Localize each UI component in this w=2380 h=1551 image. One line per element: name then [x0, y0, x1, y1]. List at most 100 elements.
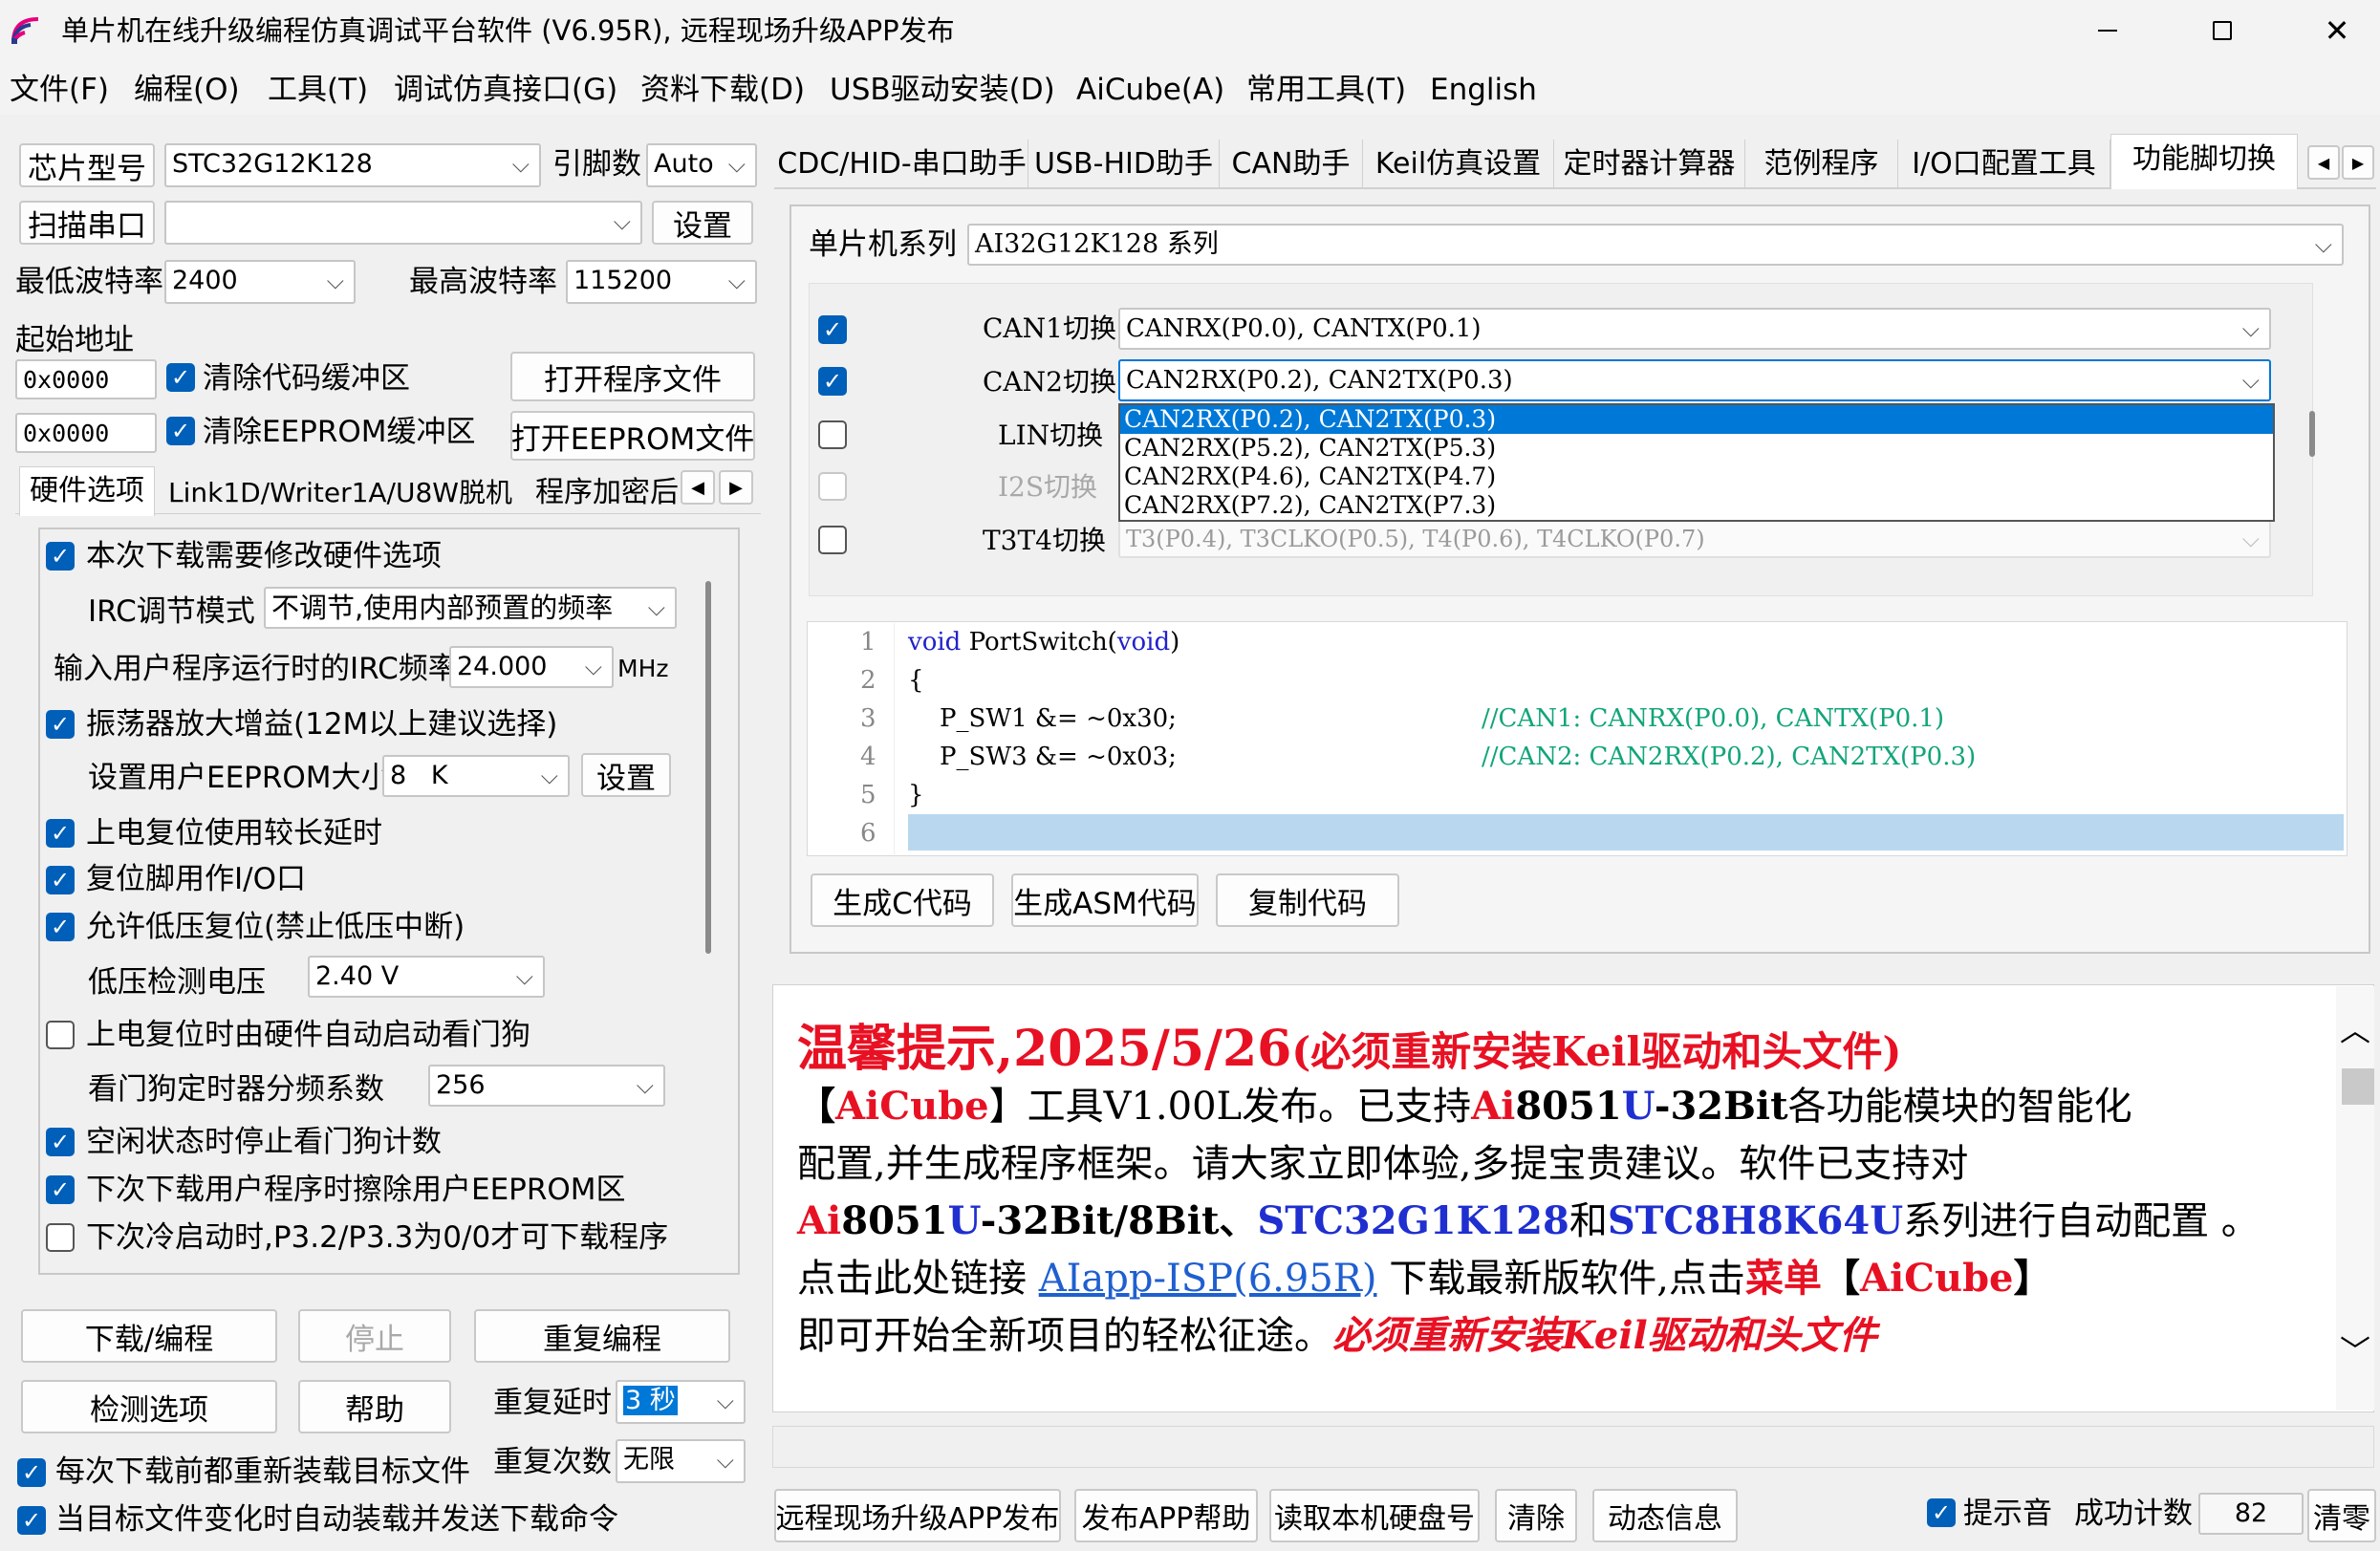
- scan-port-button[interactable]: 扫描串口: [19, 201, 155, 245]
- tab-link1d[interactable]: Link1D/Writer1A/U8W脱机: [168, 472, 512, 514]
- copy-code-button[interactable]: 复制代码: [1216, 873, 1399, 927]
- wdt-auto-checkbox[interactable]: [46, 1021, 75, 1049]
- read-disk-button[interactable]: 读取本机硬盘号: [1269, 1489, 1480, 1542]
- check-options-button[interactable]: 检测选项: [21, 1380, 277, 1433]
- dropdown-option[interactable]: CAN2RX(P5.2), CAN2TX(P5.3): [1120, 434, 2273, 463]
- menu-file[interactable]: 文件(F): [10, 71, 109, 109]
- scroll-down-icon[interactable]: ﹀: [2340, 1334, 2370, 1368]
- can1-switch-checkbox[interactable]: ✓: [818, 315, 847, 344]
- close-button[interactable]: ✕: [2304, 8, 2370, 54]
- i2s-switch-checkbox[interactable]: [818, 472, 847, 501]
- erase-eeprom-checkbox[interactable]: ✓: [46, 1175, 75, 1204]
- notice-scrollbar-thumb[interactable]: [2342, 1068, 2374, 1105]
- tab-pin-switch[interactable]: 功能脚切换: [2110, 134, 2298, 189]
- pins-select[interactable]: Auto ⌵: [646, 143, 757, 187]
- dynamic-info-button[interactable]: 动态信息: [1592, 1489, 1738, 1542]
- tab-hardware-options[interactable]: 硬件选项: [19, 466, 155, 516]
- code-keyword: void: [908, 628, 962, 657]
- wdt-div-select[interactable]: 256 ⌵: [428, 1065, 665, 1107]
- tab-examples[interactable]: 范例程序: [1745, 140, 1898, 189]
- open-program-file-button[interactable]: 打开程序文件: [510, 352, 755, 401]
- left-tab-scroll-right[interactable]: ▶: [719, 470, 753, 505]
- irc-freq-select[interactable]: 24.000 ⌵: [449, 646, 614, 688]
- left-tab-scroll-left[interactable]: ◀: [681, 470, 715, 505]
- switch-list-scrollbar[interactable]: [2309, 411, 2315, 457]
- code-address-input[interactable]: 0x0000: [15, 359, 157, 399]
- menu-usb[interactable]: USB驱动安装(D): [830, 71, 1055, 109]
- tab-can[interactable]: CAN助手: [1220, 140, 1363, 189]
- osc-gain-checkbox[interactable]: ✓: [46, 710, 75, 739]
- port-settings-button[interactable]: 设置: [652, 201, 753, 245]
- tab-usb-hid[interactable]: USB-HID助手: [1028, 140, 1220, 189]
- eeprom-size-select[interactable]: 8 K ⌵: [382, 755, 570, 797]
- max-baud-label: 最高波特率: [409, 265, 557, 299]
- scroll-up-icon[interactable]: ︿: [2340, 1013, 2370, 1047]
- minimize-button[interactable]: [2074, 8, 2141, 54]
- clear-count-button[interactable]: 清零: [2307, 1489, 2376, 1542]
- notice-text: Ai: [1471, 1084, 1516, 1129]
- clear-button[interactable]: 清除: [1495, 1489, 1577, 1542]
- auto-reload-checkbox[interactable]: ✓: [17, 1506, 46, 1535]
- dropdown-option[interactable]: CAN2RX(P7.2), CAN2TX(P7.3): [1120, 491, 2273, 520]
- app-publish-button[interactable]: 远程现场升级APP发布: [774, 1489, 1061, 1542]
- irc-mode-select[interactable]: 不调节,使用内部预置的频率 ⌵: [264, 587, 677, 629]
- stop-button[interactable]: 停止: [298, 1309, 451, 1363]
- can2-switch-select[interactable]: CAN2RX(P0.2), CAN2TX(P0.3) ⌵: [1118, 359, 2271, 401]
- generate-asm-button[interactable]: 生成ASM代码: [1011, 873, 1199, 927]
- tab-timer-calc[interactable]: 定时器计算器: [1554, 140, 1745, 189]
- sound-checkbox[interactable]: ✓: [1927, 1498, 1956, 1527]
- clear-code-checkbox[interactable]: ✓: [166, 363, 195, 392]
- cold-boot-checkbox[interactable]: [46, 1223, 75, 1252]
- long-delay-checkbox[interactable]: ✓: [46, 819, 75, 848]
- port-select[interactable]: ⌵: [164, 201, 642, 245]
- tab-io-config[interactable]: I/O口配置工具: [1898, 140, 2110, 189]
- menu-aicube[interactable]: AiCube(A): [1076, 71, 1224, 109]
- menu-english[interactable]: English: [1430, 71, 1537, 109]
- min-baud-select[interactable]: 2400 ⌵: [164, 260, 356, 304]
- download-program-button[interactable]: 下载/编程: [21, 1309, 277, 1363]
- generate-c-button[interactable]: 生成C代码: [811, 873, 994, 927]
- menu-common-tools[interactable]: 常用工具(T): [1246, 71, 1406, 109]
- maximize-button[interactable]: [2189, 8, 2256, 54]
- modify-hw-checkbox[interactable]: ✓: [46, 542, 75, 571]
- menu-tools[interactable]: 工具(T): [268, 71, 368, 109]
- dropdown-option[interactable]: CAN2RX(P0.2), CAN2TX(P0.3): [1120, 405, 2273, 434]
- reload-each-checkbox[interactable]: ✓: [17, 1458, 46, 1487]
- chip-model-select[interactable]: STC32G12K128 ⌵: [164, 143, 541, 187]
- can1-switch-select[interactable]: CANRX(P0.0), CANTX(P0.1) ⌵: [1118, 308, 2271, 350]
- menu-program[interactable]: 编程(O): [134, 71, 240, 109]
- repeat-delay-select[interactable]: 3 秒 ⌵: [616, 1380, 746, 1424]
- tab-cdc-hid[interactable]: CDC/HID-串口助手: [776, 140, 1028, 189]
- can2-dropdown-list[interactable]: CAN2RX(P0.2), CAN2TX(P0.3) CAN2RX(P5.2),…: [1118, 403, 2275, 522]
- right-tab-scroll-right[interactable]: ▶: [2342, 145, 2374, 180]
- tab-encrypt[interactable]: 程序加密后: [535, 472, 679, 514]
- lv-reset-checkbox[interactable]: ✓: [46, 913, 75, 941]
- notice-text: 】工具V1.00L发布。已支持: [988, 1085, 1472, 1129]
- t3t4-switch-select[interactable]: T3(P0.4), T3CLKO(P0.5), T4(P0.6), T4CLKO…: [1118, 520, 2271, 558]
- repeat-count-select[interactable]: 无限 ⌵: [616, 1439, 746, 1483]
- hardware-options-scrollbar[interactable]: [705, 581, 711, 954]
- download-link[interactable]: AIapp-ISP(6.95R): [1039, 1257, 1377, 1301]
- notice-title: 温馨提示,2025/5/26(必须重新安装Keil驱动和头文件): [797, 1021, 1901, 1081]
- eeprom-address-input[interactable]: 0x0000: [15, 413, 157, 453]
- series-select[interactable]: AI32G12K128 系列 ⌵: [967, 224, 2344, 266]
- max-baud-select[interactable]: 115200 ⌵: [566, 260, 757, 304]
- clear-eeprom-checkbox[interactable]: ✓: [166, 417, 195, 445]
- t3t4-switch-checkbox[interactable]: [818, 526, 847, 554]
- tab-keil[interactable]: Keil仿真设置: [1363, 140, 1554, 189]
- can2-switch-checkbox[interactable]: ✓: [818, 367, 847, 396]
- right-tab-scroll-left[interactable]: ◀: [2307, 145, 2340, 180]
- chip-model-button[interactable]: 芯片型号: [19, 143, 155, 187]
- dropdown-option[interactable]: CAN2RX(P4.6), CAN2TX(P4.7): [1120, 463, 2273, 491]
- lin-switch-checkbox[interactable]: [818, 420, 847, 449]
- lv-voltage-select[interactable]: 2.40 V ⌵: [308, 956, 545, 998]
- menu-download[interactable]: 资料下载(D): [640, 71, 805, 109]
- eeprom-size-set-button[interactable]: 设置: [581, 753, 671, 797]
- menu-debug[interactable]: 调试仿真接口(G): [394, 71, 617, 109]
- reset-io-checkbox[interactable]: ✓: [46, 866, 75, 894]
- app-help-button[interactable]: 发布APP帮助: [1074, 1489, 1258, 1542]
- repeat-program-button[interactable]: 重复编程: [474, 1309, 730, 1363]
- open-eeprom-file-button[interactable]: 打开EEPROM文件: [510, 411, 755, 461]
- help-button[interactable]: 帮助: [298, 1380, 451, 1433]
- idle-wdt-checkbox[interactable]: ✓: [46, 1128, 75, 1156]
